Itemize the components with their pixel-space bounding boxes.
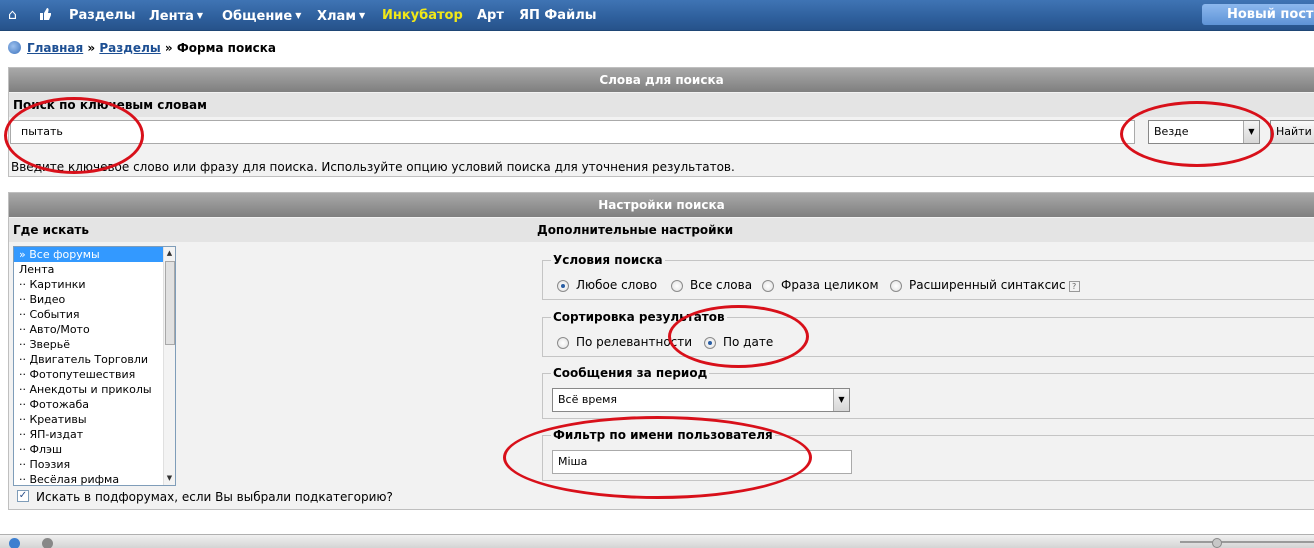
forum-list-item[interactable]: ·· Поэзия [14, 457, 175, 472]
navigation-icon [8, 41, 21, 54]
period-select[interactable]: Всё время ▼ [552, 388, 850, 412]
thumbs-up-icon[interactable] [38, 7, 52, 25]
highlight-keyword-annotation [4, 97, 144, 174]
extra-settings-label: Дополнительные настройки [537, 223, 734, 237]
nav-item-community[interactable]: Общение ▼ [222, 8, 301, 24]
subforums-label: Искать в подфорумах, если Вы выбрали под… [36, 490, 393, 504]
vertical-scrollbar[interactable]: ▲ ▼ [163, 247, 175, 485]
forum-list-item[interactable]: ·· Флэш [14, 442, 175, 457]
period-fieldset: Сообщения за период Всё время ▼ [542, 366, 1314, 419]
chevron-down-icon: ▼ [358, 11, 366, 20]
radio-label: Расширенный синтаксис? [909, 278, 1080, 292]
radio-exact-phrase[interactable] [762, 280, 774, 292]
chevron-down-icon[interactable]: ▼ [833, 389, 849, 411]
breadcrumb-sections-link[interactable]: Разделы [99, 41, 160, 55]
chevron-down-icon: ▼ [295, 11, 302, 20]
where-to-search-label: Где искать [13, 223, 89, 237]
forum-list-item[interactable]: ·· Картинки [14, 277, 175, 292]
blocked-icon [42, 538, 53, 548]
period-legend: Сообщения за период [551, 366, 710, 380]
forum-list-item[interactable]: ·· События [14, 307, 175, 322]
radio-label: Любое слово [576, 278, 658, 292]
new-post-button[interactable]: Новый пост [1202, 4, 1314, 25]
nav-item-junk[interactable]: Хлам ▼ [317, 8, 365, 24]
forum-list-item[interactable]: ·· Видео [14, 292, 175, 307]
help-icon[interactable]: ? [1068, 281, 1080, 292]
forum-listbox[interactable]: » Все форумы Лента ·· Картинки ·· Видео ·· С… [13, 246, 176, 486]
radio-label: Все слова [690, 278, 753, 292]
zoom-slider-track[interactable] [1180, 541, 1314, 543]
subforums-checkbox[interactable]: ✓ [17, 490, 29, 502]
forum-list-item[interactable]: ·· Двигатель Торговли [14, 352, 175, 367]
forum-list-item[interactable]: ·· Фотожаба [14, 397, 175, 412]
breadcrumb-home-link[interactable]: Главная [27, 41, 83, 55]
check-icon: ✓ [18, 490, 28, 501]
sort-fieldset: Сортировка результатов По релевантности … [542, 310, 1314, 357]
home-icon[interactable]: ⌂ [8, 7, 17, 23]
panel-title: Настройки поиска [9, 193, 1314, 217]
forum-list-item[interactable]: » Все форумы [14, 247, 175, 262]
radio-all-words[interactable] [671, 280, 683, 292]
nav-item-sections[interactable]: Разделы [69, 8, 135, 23]
breadcrumb: Главная » Разделы » Форма поиска [8, 41, 276, 55]
panel-title: Слова для поиска [9, 68, 1314, 92]
forum-list-item[interactable]: ·· Весёлая рифма [14, 472, 175, 485]
nav-item-files[interactable]: ЯП Файлы [519, 8, 596, 23]
nav-item-incubator[interactable]: Инкубатор [382, 8, 463, 23]
highlight-user-filter-annotation [503, 416, 812, 499]
radio-extended-syntax[interactable] [890, 280, 902, 292]
forum-list-item[interactable]: ·· Зверьё [14, 337, 175, 352]
forum-list-item[interactable]: ·· Анекдоты и приколы [14, 382, 175, 397]
nav-item-feed[interactable]: Лента ▼ [149, 8, 203, 24]
nav-item-art[interactable]: Арт [477, 8, 504, 23]
scroll-down-icon[interactable]: ▼ [164, 472, 175, 485]
globe-icon [9, 538, 20, 548]
radio-label: Фраза целиком [781, 278, 879, 292]
breadcrumb-separator: » [164, 41, 173, 55]
forum-list-item[interactable]: ·· Фотопутешествия [14, 367, 175, 382]
radio-any-word[interactable] [557, 280, 569, 292]
forum-list-item[interactable]: ·· ЯП-издат [14, 427, 175, 442]
highlight-scope-annotation [1120, 101, 1274, 167]
top-navigation-bar: ⌂ Разделы Лента ▼ Общение ▼ Хлам ▼ Инкубато… [0, 0, 1314, 31]
conditions-legend: Условия поиска [551, 253, 665, 267]
search-words-panel: Слова для поиска Поиск по ключевым слова… [8, 67, 1314, 177]
forum-list-item[interactable]: ·· Авто/Мото [14, 322, 175, 337]
radio-relevance[interactable] [557, 337, 569, 349]
highlight-sort-annotation [668, 305, 809, 368]
scroll-thumb[interactable] [165, 261, 175, 345]
find-button[interactable]: Найти [1270, 120, 1314, 144]
zoom-slider-knob[interactable] [1212, 538, 1222, 548]
breadcrumb-current: Форма поиска [176, 41, 276, 55]
forum-list: » Все форумы Лента ·· Картинки ·· Видео ·· С… [14, 247, 175, 485]
status-bar [0, 534, 1314, 548]
keyword-input[interactable]: пытать [10, 120, 1135, 144]
breadcrumb-separator: » [87, 41, 96, 55]
forum-list-item[interactable]: ·· Креативы [14, 412, 175, 427]
forum-list-item[interactable]: Лента [14, 262, 175, 277]
conditions-fieldset: Условия поиска Любое слово Все слова Фра… [542, 253, 1314, 300]
chevron-down-icon: ▼ [196, 11, 204, 20]
scroll-up-icon[interactable]: ▲ [164, 247, 175, 260]
